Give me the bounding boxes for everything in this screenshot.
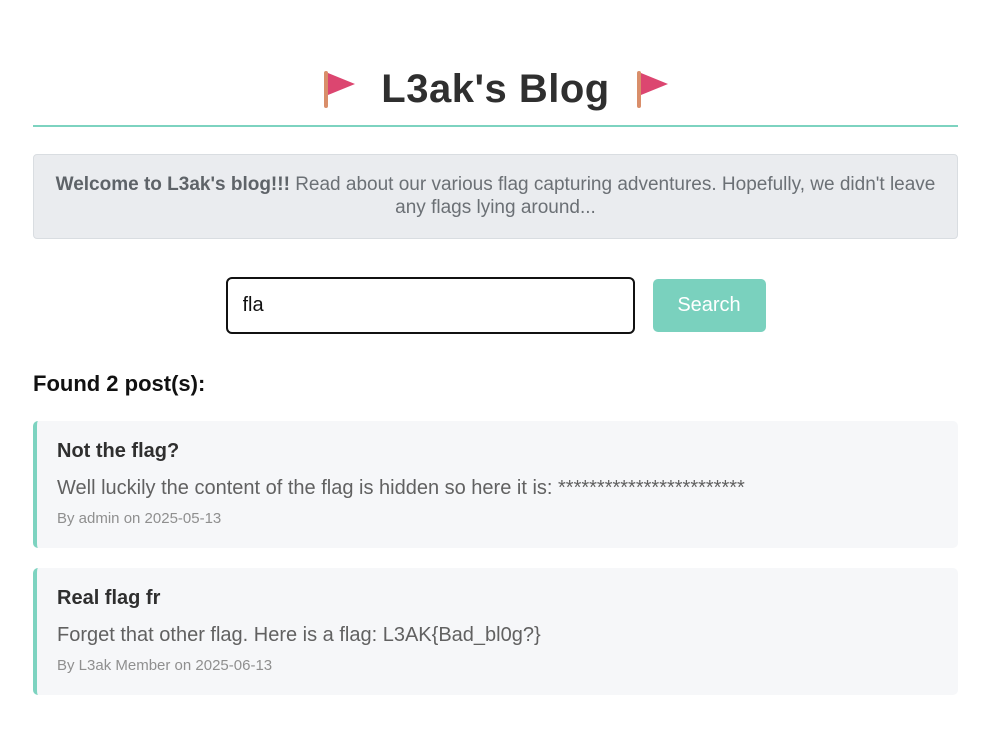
page-title: L3ak's Blog [381, 67, 610, 111]
post-content: Forget that other flag. Here is a flag: … [57, 624, 541, 646]
red-flag-icon [636, 71, 668, 108]
post-card: Not the flag? Well luckily the content o… [33, 421, 958, 548]
post-list: Not the flag? Well luckily the content o… [33, 421, 958, 695]
welcome-text: Read about our various flag capturing ad… [289, 174, 936, 218]
post-title: Real flag fr [57, 587, 161, 609]
post-card: Real flag fr Forget that other flag. Her… [33, 568, 958, 695]
red-flag-icon [324, 71, 356, 108]
search-button[interactable]: Search [652, 278, 766, 332]
post-meta: By L3ak Member on 2025-06-13 [57, 657, 273, 674]
search-input[interactable] [225, 276, 635, 334]
title-row: L3ak's Blog [319, 66, 671, 112]
post-content: Well luckily the content of the flag is … [57, 477, 745, 499]
welcome-banner: Welcome to L3ak's blog!!! Read about our… [33, 154, 958, 239]
blog-page: L3ak's Blog Welcome to L3ak's blog!!! Re… [33, 0, 958, 695]
page-header: L3ak's Blog [33, 0, 958, 127]
post-title: Not the flag? [57, 440, 180, 462]
search-form: Search [33, 276, 958, 334]
results-heading: Found 2 post(s): [33, 371, 206, 396]
post-meta: By admin on 2025-05-13 [57, 510, 222, 527]
welcome-bold-text: Welcome to L3ak's blog!!! [55, 174, 290, 195]
